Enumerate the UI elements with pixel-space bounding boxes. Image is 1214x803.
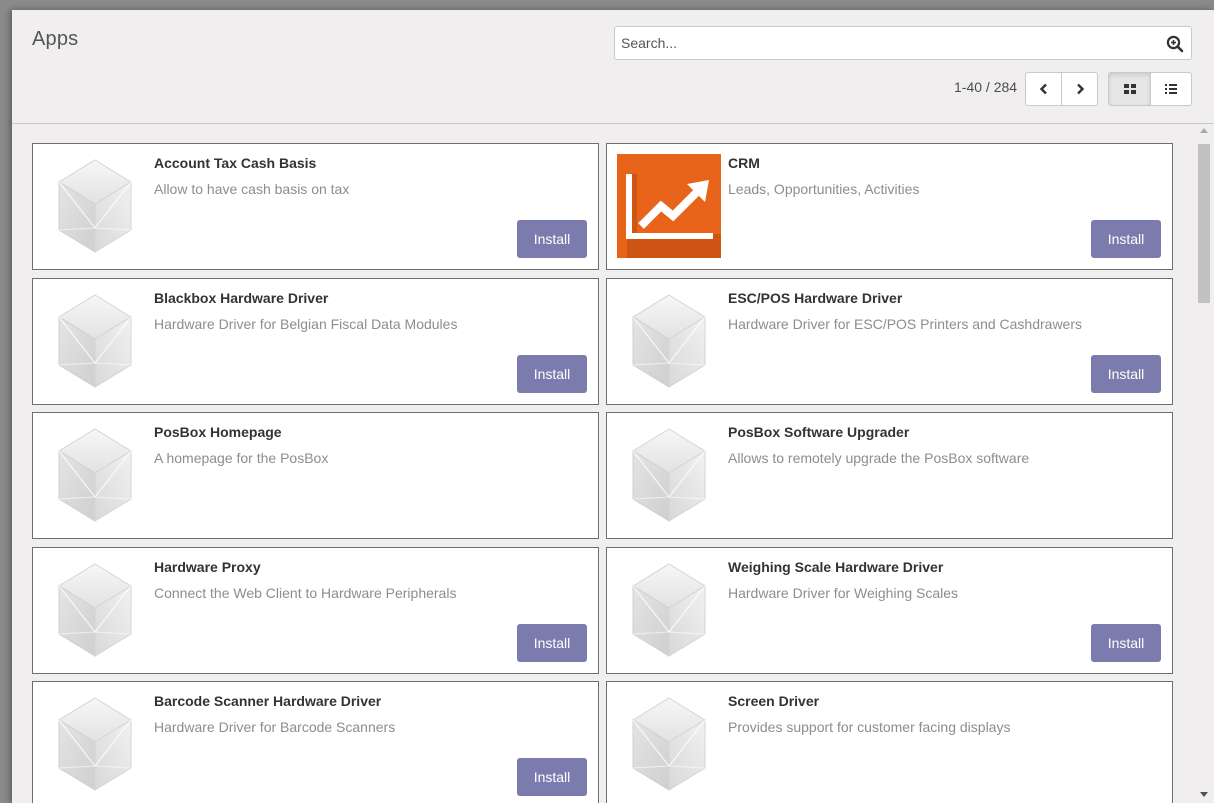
app-name: Hardware Proxy	[154, 559, 261, 575]
app-summary: A homepage for the PosBox	[154, 450, 329, 466]
app-summary: Hardware Driver for Belgian Fiscal Data …	[154, 316, 458, 332]
install-button[interactable]: Install	[517, 355, 587, 393]
install-button[interactable]: Install	[517, 758, 587, 796]
app-summary: Connect the Web Client to Hardware Perip…	[154, 585, 457, 601]
app-summary: Hardware Driver for Weighing Scales	[728, 585, 959, 601]
cube-icon	[43, 289, 147, 393]
chevron-right-icon	[1076, 83, 1084, 95]
cube-icon	[43, 692, 147, 796]
app-summary: Allow to have cash basis on tax	[154, 181, 350, 197]
app-card[interactable]: Screen Driver Provides support for custo…	[606, 681, 1173, 803]
app-card-grid: Account Tax Cash Basis Allow to have cas…	[12, 124, 1180, 803]
app-name: ESC/POS Hardware Driver	[728, 290, 903, 306]
app-card[interactable]: ESC/POS Hardware Driver Hardware Driver …	[606, 278, 1173, 405]
cube-icon	[617, 692, 721, 796]
app-summary: Allows to remotely upgrade the PosBox so…	[728, 450, 1030, 466]
search-input[interactable]	[621, 27, 1151, 59]
app-window: Apps 1-40 / 284	[12, 10, 1214, 803]
app-card[interactable]: PosBox Homepage A homepage for the PosBo…	[32, 412, 599, 539]
install-button[interactable]: Install	[517, 220, 587, 258]
app-summary: Leads, Opportunities, Activities	[728, 181, 920, 197]
kanban-content: Account Tax Cash Basis Allow to have cas…	[12, 124, 1214, 803]
app-card[interactable]: Account Tax Cash Basis Allow to have cas…	[32, 143, 599, 270]
list-view-button[interactable]	[1150, 72, 1192, 106]
app-name: Weighing Scale Hardware Driver	[728, 559, 944, 575]
vertical-scrollbar[interactable]	[1194, 124, 1214, 803]
cube-icon	[617, 423, 721, 527]
app-card[interactable]: Barcode Scanner Hardware Driver Hardware…	[32, 681, 599, 803]
app-card[interactable]: Blackbox Hardware Driver Hardware Driver…	[32, 278, 599, 405]
chevron-left-icon	[1039, 83, 1047, 95]
control-panel: Apps 1-40 / 284	[12, 10, 1214, 124]
cube-icon	[43, 558, 147, 662]
crm-chart-icon	[617, 154, 721, 258]
list-icon	[1165, 84, 1177, 94]
install-button[interactable]: Install	[1091, 355, 1161, 393]
scroll-up-arrow[interactable]	[1200, 128, 1208, 133]
app-card[interactable]: CRM Leads, Opportunities, Activities Ins…	[606, 143, 1173, 270]
app-summary: Provides support for customer facing dis…	[728, 719, 1011, 735]
app-card[interactable]: PosBox Software Upgrader Allows to remot…	[606, 412, 1173, 539]
cube-icon	[617, 558, 721, 662]
app-card[interactable]: Hardware Proxy Connect the Web Client to…	[32, 547, 599, 674]
scroll-down-arrow[interactable]	[1200, 792, 1208, 797]
pager-value[interactable]: 1-40 / 284	[954, 74, 1017, 100]
page-title: Apps	[32, 28, 79, 50]
kanban-view-button[interactable]	[1108, 72, 1151, 106]
app-name: Barcode Scanner Hardware Driver	[154, 693, 382, 709]
app-name: Account Tax Cash Basis	[154, 155, 317, 171]
cube-icon	[617, 289, 721, 393]
cube-icon	[43, 423, 147, 527]
app-card[interactable]: Weighing Scale Hardware Driver Hardware …	[606, 547, 1173, 674]
app-name: Blackbox Hardware Driver	[154, 290, 329, 306]
install-button[interactable]: Install	[1091, 624, 1161, 662]
cube-icon	[43, 154, 147, 258]
grid-icon	[1123, 84, 1136, 94]
app-summary: Hardware Driver for ESC/POS Printers and…	[728, 316, 1083, 332]
app-name: CRM	[728, 155, 760, 171]
app-name: PosBox Software Upgrader	[728, 424, 910, 440]
app-name: PosBox Homepage	[154, 424, 282, 440]
app-summary: Hardware Driver for Barcode Scanners	[154, 719, 396, 735]
install-button[interactable]: Install	[517, 624, 587, 662]
pager-previous-button[interactable]	[1025, 72, 1062, 106]
pager-next-button[interactable]	[1061, 72, 1098, 106]
install-button[interactable]: Install	[1091, 220, 1161, 258]
scrollbar-thumb[interactable]	[1198, 144, 1210, 303]
app-name: Screen Driver	[728, 693, 820, 709]
search-icon[interactable]	[1166, 35, 1184, 53]
search-box[interactable]	[614, 26, 1192, 60]
